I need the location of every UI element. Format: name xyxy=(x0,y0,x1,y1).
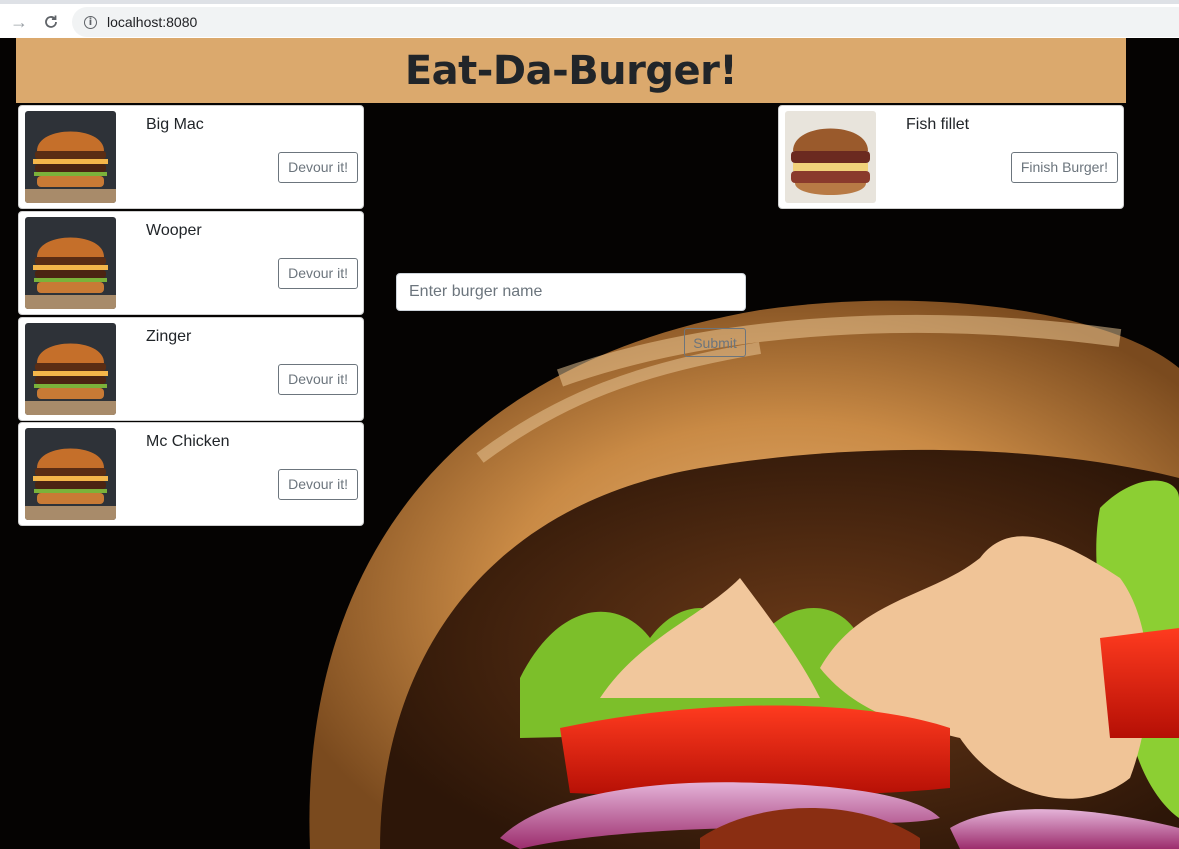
burger-card: Mc Chicken Devour it! xyxy=(18,422,364,526)
burger-thumbnail xyxy=(25,323,116,415)
forward-arrow-icon[interactable]: → xyxy=(8,11,30,33)
finish-burger-button[interactable]: Finish Burger! xyxy=(1010,152,1118,183)
burger-name: Zinger xyxy=(146,328,192,345)
address-bar[interactable]: i localhost:8080 xyxy=(72,7,1179,37)
page-body: Eat-Da-Burger! Big Mac Devour it! Wooper… xyxy=(0,38,1179,849)
reload-icon[interactable] xyxy=(40,11,62,33)
burger-card: Wooper Devour it! xyxy=(18,211,364,315)
burger-name: Wooper xyxy=(146,222,202,239)
burger-thumbnail xyxy=(25,111,116,203)
page-title: Eat-Da-Burger! xyxy=(404,47,738,94)
burger-card: Big Mac Devour it! xyxy=(18,105,364,209)
submit-button[interactable]: Submit xyxy=(684,328,746,357)
burger-thumbnail xyxy=(25,428,116,520)
burger-thumbnail xyxy=(25,217,116,309)
burger-card: Zinger Devour it! xyxy=(18,317,364,421)
browser-toolbar: → i localhost:8080 xyxy=(0,0,1179,38)
info-icon[interactable]: i xyxy=(84,15,97,29)
burger-name: Big Mac xyxy=(146,116,204,133)
page-header: Eat-Da-Burger! xyxy=(16,38,1126,103)
devour-button[interactable]: Devour it! xyxy=(278,152,358,183)
burger-thumbnail xyxy=(785,111,876,203)
url-text: localhost:8080 xyxy=(107,14,198,30)
burger-name-input[interactable] xyxy=(396,273,746,311)
devoured-burger-card: Fish fillet Finish Burger! xyxy=(778,105,1124,209)
burger-name: Mc Chicken xyxy=(146,433,230,450)
devour-button[interactable]: Devour it! xyxy=(278,469,358,500)
devour-button[interactable]: Devour it! xyxy=(278,258,358,289)
devour-button[interactable]: Devour it! xyxy=(278,364,358,395)
burger-name: Fish fillet xyxy=(906,116,970,133)
